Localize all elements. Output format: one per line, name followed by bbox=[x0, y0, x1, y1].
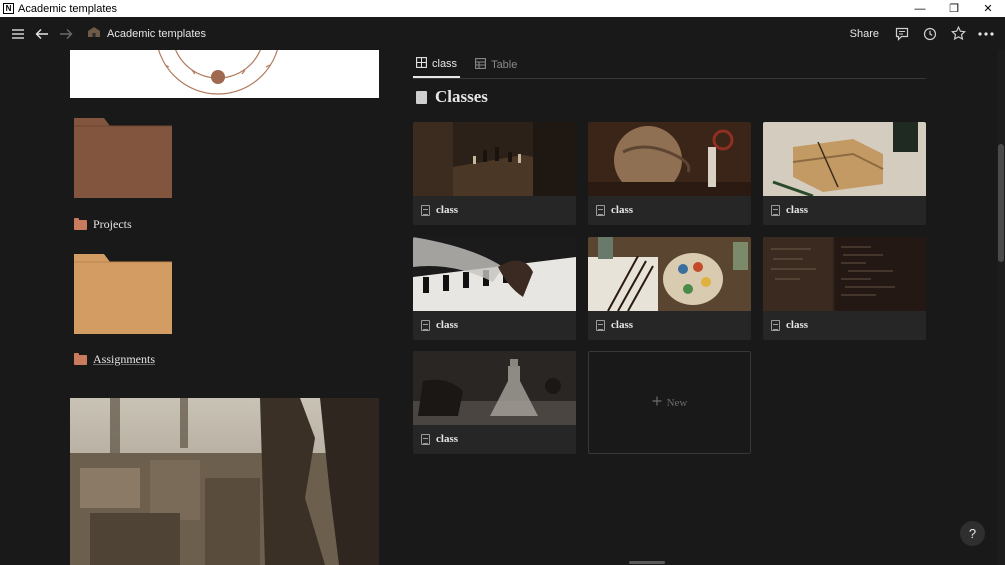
tab-label: Table bbox=[491, 59, 518, 71]
close-window-button[interactable]: ✕ bbox=[971, 0, 1005, 17]
class-card[interactable]: class bbox=[413, 351, 576, 454]
gallery-view-icon bbox=[416, 57, 427, 71]
app-topbar: Academic templates Share bbox=[0, 17, 1005, 50]
projects-folder-image[interactable] bbox=[72, 114, 174, 200]
card-title: class bbox=[611, 204, 633, 216]
view-tabs: class Table bbox=[413, 52, 926, 79]
section-title-text: Classes bbox=[435, 87, 488, 106]
globe-photo bbox=[588, 122, 751, 196]
books-photo bbox=[763, 122, 926, 196]
card-caption: class bbox=[421, 433, 458, 445]
cover-illustration bbox=[70, 50, 379, 98]
class-card[interactable]: class bbox=[763, 122, 926, 225]
breadcrumb[interactable]: Academic templates bbox=[87, 26, 206, 41]
document-icon bbox=[596, 319, 605, 331]
card-caption: class bbox=[421, 319, 458, 331]
more-options-icon[interactable] bbox=[975, 23, 997, 45]
class-card[interactable]: class bbox=[588, 122, 751, 225]
card-title: class bbox=[786, 319, 808, 331]
document-icon bbox=[421, 319, 430, 331]
tab-label: class bbox=[432, 58, 458, 70]
projects-label: Projects bbox=[93, 217, 132, 231]
window-controls: — ❐ ✕ bbox=[903, 0, 1005, 17]
school-icon bbox=[87, 26, 101, 41]
window-title: Academic templates bbox=[18, 2, 118, 15]
table-view-icon bbox=[475, 58, 487, 72]
chess-photo bbox=[413, 122, 576, 196]
card-caption: class bbox=[771, 319, 808, 331]
tab-table[interactable]: Table bbox=[472, 52, 520, 78]
favorite-star-icon[interactable] bbox=[947, 23, 969, 45]
card-title: class bbox=[436, 319, 458, 331]
section-title: Classes bbox=[416, 87, 488, 107]
document-icon bbox=[421, 433, 430, 445]
new-label: New bbox=[666, 396, 688, 409]
paris-gargoyle-photo bbox=[70, 398, 379, 565]
piano-photo bbox=[413, 237, 576, 311]
card-caption: class bbox=[421, 204, 458, 216]
chalkboard-photo bbox=[763, 237, 926, 311]
minimize-button[interactable]: — bbox=[903, 0, 937, 17]
tab-gallery-class[interactable]: class bbox=[413, 52, 461, 78]
class-card[interactable]: class bbox=[763, 237, 926, 340]
back-arrow-icon[interactable] bbox=[31, 23, 53, 45]
card-title: class bbox=[436, 204, 458, 216]
window-titlebar: N Academic templates — ❐ ✕ bbox=[0, 0, 1005, 17]
share-button[interactable]: Share bbox=[850, 28, 879, 40]
new-card-button[interactable]: New bbox=[588, 351, 751, 454]
maximize-button[interactable]: ❐ bbox=[937, 0, 971, 17]
assignments-link[interactable]: Assignments bbox=[74, 352, 155, 367]
comment-icon[interactable] bbox=[891, 23, 913, 45]
help-button[interactable]: ? bbox=[960, 521, 985, 546]
plus-icon bbox=[652, 396, 662, 409]
document-icon bbox=[771, 204, 780, 216]
class-card[interactable]: class bbox=[413, 237, 576, 340]
history-clock-icon[interactable] bbox=[919, 23, 941, 45]
vertical-scrollbar[interactable] bbox=[997, 50, 1005, 565]
assignments-folder-image[interactable] bbox=[72, 250, 174, 336]
page-icon bbox=[416, 90, 427, 104]
horizontal-scroll-indicator[interactable] bbox=[629, 561, 665, 564]
breadcrumb-label: Academic templates bbox=[107, 27, 207, 40]
card-title: class bbox=[786, 204, 808, 216]
paint-palette-photo bbox=[588, 237, 751, 311]
document-icon bbox=[421, 204, 430, 216]
card-caption: class bbox=[771, 204, 808, 216]
class-card[interactable]: class bbox=[413, 122, 576, 225]
card-title: class bbox=[436, 433, 458, 445]
scrollbar-thumb[interactable] bbox=[998, 144, 1004, 262]
folder-icon bbox=[74, 352, 87, 365]
class-card[interactable]: class bbox=[588, 237, 751, 340]
document-icon bbox=[596, 204, 605, 216]
app-icon: N bbox=[3, 3, 14, 14]
menu-icon[interactable] bbox=[7, 23, 29, 45]
projects-link[interactable]: Projects bbox=[74, 217, 132, 232]
lab-flask-photo bbox=[413, 351, 576, 425]
card-caption: class bbox=[596, 319, 633, 331]
folder-icon bbox=[74, 217, 87, 230]
document-icon bbox=[771, 319, 780, 331]
assignments-label: Assignments bbox=[93, 352, 156, 366]
card-caption: class bbox=[596, 204, 633, 216]
forward-arrow-icon[interactable] bbox=[55, 23, 77, 45]
card-title: class bbox=[611, 319, 633, 331]
